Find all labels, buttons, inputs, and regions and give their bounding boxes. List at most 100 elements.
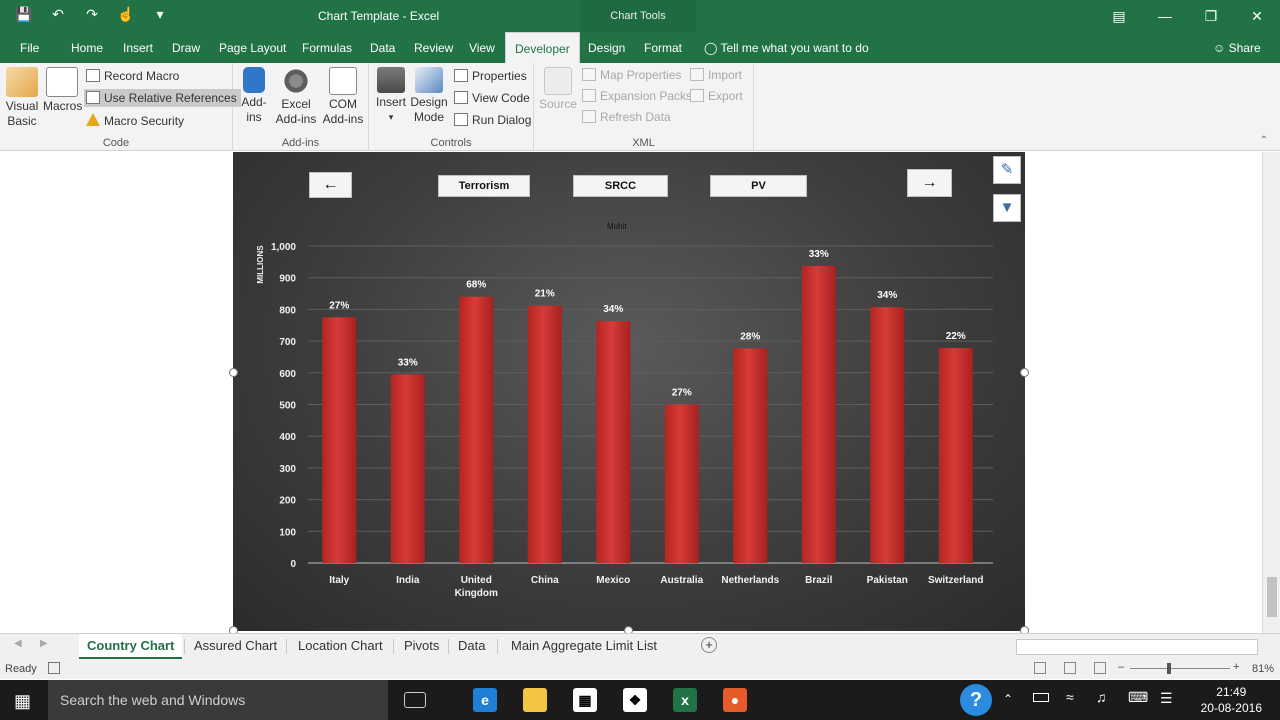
view-code-button[interactable]: View Code xyxy=(454,91,530,105)
horizontal-scrollbar[interactable] xyxy=(1016,639,1258,655)
macros-button[interactable]: Macros xyxy=(43,67,82,114)
com-addins-icon xyxy=(329,67,357,95)
tab-design[interactable]: Design xyxy=(588,41,625,55)
volume-icon[interactable]: ♫ xyxy=(1096,689,1107,705)
sheet-tab-country-chart[interactable]: Country Chart xyxy=(79,634,183,659)
page-break-view-icon[interactable] xyxy=(1094,662,1106,674)
addins-button[interactable]: Add-ins xyxy=(239,67,269,125)
edge-browser-icon[interactable]: e xyxy=(473,688,497,712)
chart-resize-handle-left[interactable] xyxy=(229,368,238,377)
view-code-label: View Code xyxy=(472,91,530,105)
macro-recording-icon[interactable] xyxy=(48,662,60,674)
chart-styles-brush-icon[interactable]: ✎ xyxy=(993,156,1021,184)
sheet-tab-pivots[interactable]: Pivots xyxy=(404,638,439,653)
share-button[interactable]: ☺ Share xyxy=(1213,41,1261,55)
chart-resize-handle-right[interactable] xyxy=(1020,368,1029,377)
taskbar-clock[interactable]: 21:49 20-08-2016 xyxy=(1201,684,1262,716)
run-dialog-button[interactable]: Run Dialog xyxy=(454,113,531,127)
design-mode-button[interactable]: Design Mode xyxy=(409,67,449,125)
tab-format[interactable]: Format xyxy=(644,41,682,55)
use-relative-label: Use Relative References xyxy=(104,91,237,105)
scroll-tabs-left-icon[interactable]: ◀ xyxy=(14,638,22,649)
notifications-icon[interactable]: ☰ xyxy=(1160,690,1173,707)
com-addins-button[interactable]: COM Add-ins xyxy=(321,67,365,127)
normal-view-icon[interactable] xyxy=(1034,662,1046,674)
record-macro-button[interactable]: Record Macro xyxy=(86,69,179,83)
visual-basic-button[interactable]: Visual Basic xyxy=(4,67,40,129)
keyboard-icon[interactable]: ⌨ xyxy=(1128,689,1148,706)
zoom-out-icon[interactable]: – xyxy=(1118,661,1124,673)
tab-insert[interactable]: Insert xyxy=(123,41,153,55)
restore-button[interactable]: ❐ xyxy=(1188,0,1234,32)
sheet-tab-main-aggregate-limit-list[interactable]: Main Aggregate Limit List xyxy=(511,638,657,653)
import-button[interactable]: Import xyxy=(690,68,742,82)
vertical-scrollbar[interactable] xyxy=(1262,152,1280,633)
undo-icon[interactable]: ↶ xyxy=(48,6,68,23)
bar xyxy=(322,317,357,563)
export-button[interactable]: Export xyxy=(690,89,743,103)
tab-formulas[interactable]: Formulas xyxy=(302,41,352,55)
close-button[interactable]: ✕ xyxy=(1234,0,1280,32)
task-view-icon[interactable] xyxy=(404,692,426,708)
tab-developer[interactable]: Developer xyxy=(505,32,580,63)
vertical-scroll-thumb[interactable] xyxy=(1267,577,1277,617)
excel-taskbar-icon[interactable]: x xyxy=(673,688,697,712)
wifi-icon[interactable]: ≈ xyxy=(1066,689,1074,705)
page-layout-view-icon[interactable] xyxy=(1064,662,1076,674)
camera-app-icon[interactable]: ● xyxy=(723,688,747,712)
y-axis-label: MILLIONS xyxy=(256,245,265,284)
tab-page-layout[interactable]: Page Layout xyxy=(219,41,286,55)
zoom-slider-thumb[interactable] xyxy=(1167,663,1171,674)
bar xyxy=(596,321,631,563)
map-properties-icon xyxy=(582,68,596,81)
windows-start-icon[interactable]: ▦ xyxy=(14,691,31,712)
sheet-tab-location-chart[interactable]: Location Chart xyxy=(298,638,383,653)
tab-draw[interactable]: Draw xyxy=(172,41,200,55)
zoom-level[interactable]: 81% xyxy=(1252,663,1274,675)
chart-filters-funnel-icon[interactable]: ▼ xyxy=(993,194,1021,222)
taskbar-search[interactable]: Search the web and Windows xyxy=(48,680,388,720)
battery-icon[interactable] xyxy=(1033,693,1049,702)
refresh-data-button[interactable]: Refresh Data xyxy=(582,110,671,124)
dropbox-icon[interactable]: ❖ xyxy=(623,688,647,712)
show-hidden-icons-icon[interactable]: ⌃ xyxy=(1003,692,1013,706)
source-button[interactable]: Source xyxy=(538,67,578,112)
scroll-tabs-right-icon[interactable]: ▶ xyxy=(40,638,48,649)
excel-addins-button[interactable]: Excel Add-ins xyxy=(273,67,319,127)
properties-button[interactable]: Properties xyxy=(454,69,527,83)
expansion-packs-button[interactable]: Expansion Packs xyxy=(582,89,692,103)
new-sheet-plus-icon[interactable]: + xyxy=(701,637,717,653)
y-tick-label: 100 xyxy=(279,527,296,538)
map-properties-button[interactable]: Map Properties xyxy=(582,68,681,82)
touch-mode-icon[interactable]: ☝ xyxy=(116,6,136,23)
zoom-slider-track[interactable] xyxy=(1130,668,1230,669)
chart-area[interactable]: ← Terrorism SRCC PV → Mohit 0 100 200 300 40… xyxy=(233,152,1025,631)
help-icon[interactable]: ? xyxy=(960,684,992,716)
x-category-label: Italy xyxy=(329,575,349,586)
x-category-label: India xyxy=(396,575,420,586)
customize-qat-icon[interactable]: ▾ xyxy=(150,6,170,23)
use-relative-references-button[interactable]: Use Relative References xyxy=(84,89,241,107)
import-label: Import xyxy=(708,68,743,82)
tab-view[interactable]: View xyxy=(469,41,495,55)
tab-file[interactable]: File xyxy=(20,41,39,55)
store-icon[interactable]: ▦ xyxy=(573,688,597,712)
save-icon[interactable]: 💾 xyxy=(14,6,34,23)
zoom-in-icon[interactable]: + xyxy=(1233,661,1239,673)
macro-security-button[interactable]: Macro Security xyxy=(86,113,184,128)
tell-me-search[interactable]: ◯ Tell me what you want to do xyxy=(704,41,869,55)
tab-review[interactable]: Review xyxy=(414,41,453,55)
tab-home[interactable]: Home xyxy=(71,41,103,55)
sheet-tab-data[interactable]: Data xyxy=(458,638,485,653)
collapse-ribbon-icon[interactable]: ⌃ xyxy=(1260,135,1268,146)
ribbon-display-options-icon[interactable]: ▤ xyxy=(1096,0,1142,32)
redo-icon[interactable]: ↷ xyxy=(82,6,102,23)
minimize-button[interactable]: — xyxy=(1142,0,1188,32)
file-explorer-icon[interactable] xyxy=(523,688,547,712)
tab-separator xyxy=(497,639,498,654)
x-category-label: Netherlands xyxy=(721,575,779,586)
sheet-tab-assured-chart[interactable]: Assured Chart xyxy=(194,638,277,653)
insert-control-button[interactable]: Insert ▾ xyxy=(374,67,408,125)
tab-data[interactable]: Data xyxy=(370,41,395,55)
x-category-label: Pakistan xyxy=(867,575,908,586)
